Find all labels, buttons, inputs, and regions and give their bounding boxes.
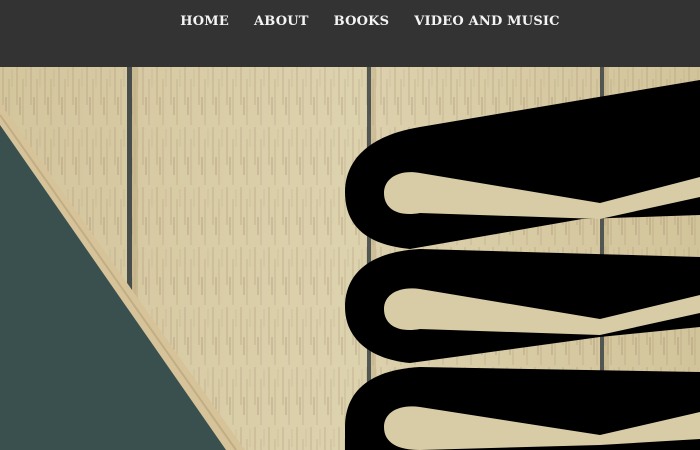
nav-video-and-music-link[interactable]: VIDEO AND MUSIC <box>414 12 560 32</box>
top-navigation-bar: HOME ABOUT BOOKS VIDEO AND MUSIC <box>0 0 700 67</box>
nav-books-link[interactable]: BOOKS <box>334 12 390 32</box>
main-nav: HOME ABOUT BOOKS VIDEO AND MUSIC <box>0 12 700 32</box>
page: HOME ABOUT BOOKS VIDEO AND MUSIC <box>0 0 700 450</box>
book-stack-icon <box>345 80 700 450</box>
hero-illustration <box>0 67 700 450</box>
hero-image <box>0 67 700 450</box>
nav-about-link[interactable]: ABOUT <box>254 12 309 32</box>
nav-home-link[interactable]: HOME <box>180 12 229 32</box>
